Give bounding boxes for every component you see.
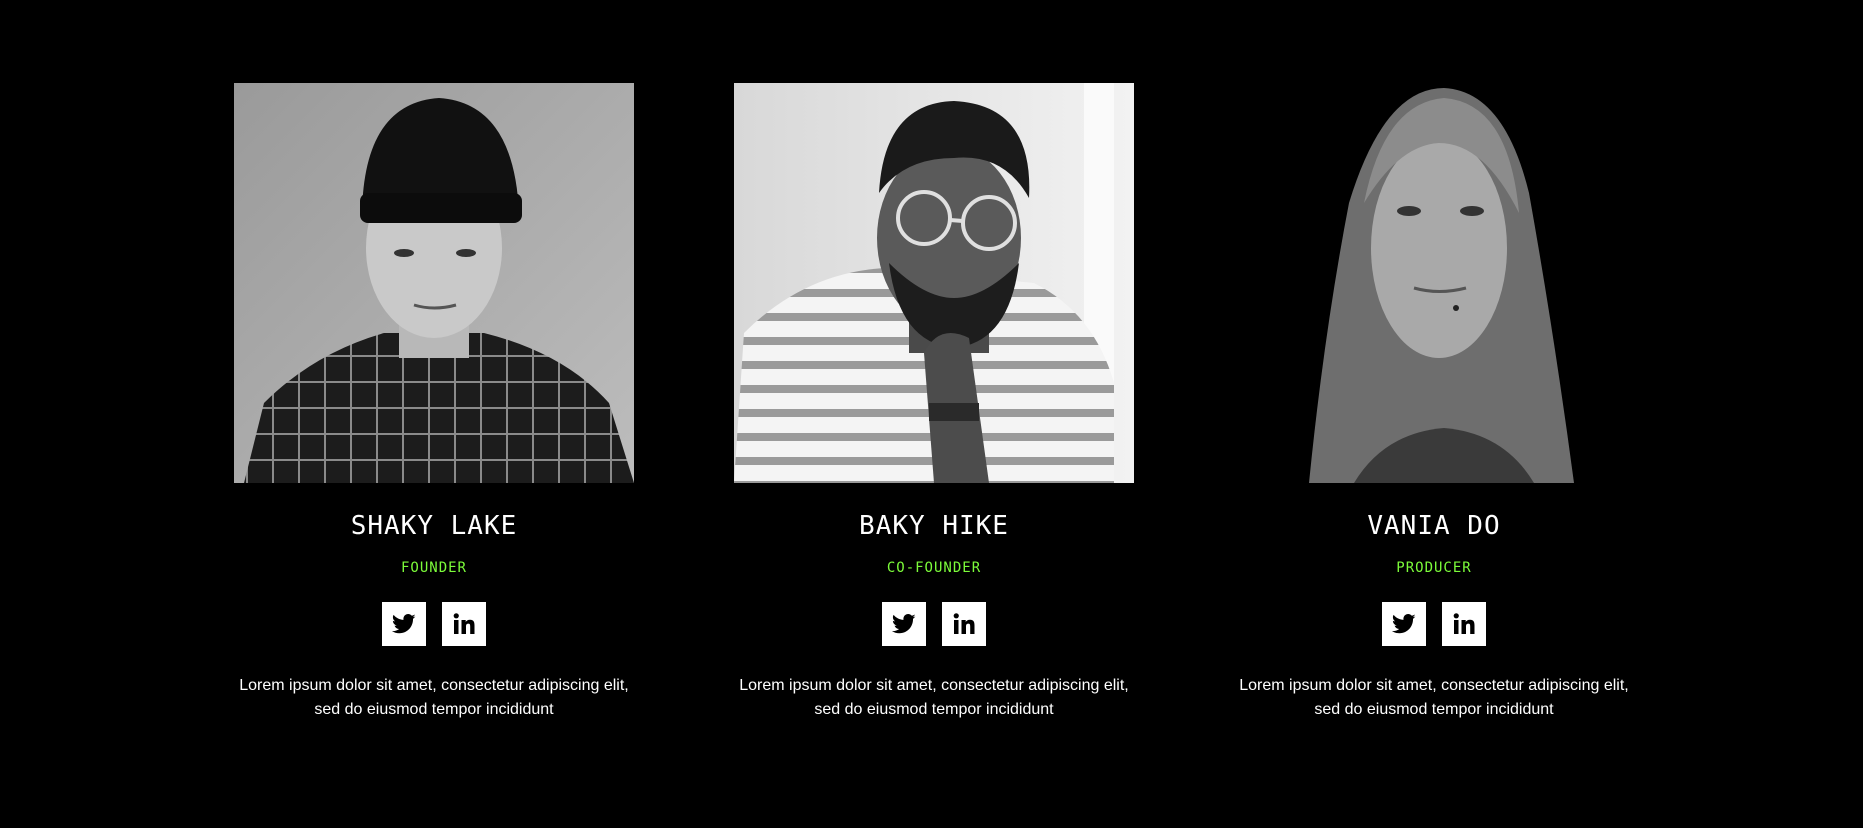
team-member-card: BAKY HIKE CO-FOUNDER Lorem ipsum dolor s… [734, 83, 1134, 722]
twitter-icon [1392, 614, 1416, 634]
twitter-icon [892, 614, 916, 634]
member-photo [234, 83, 634, 483]
twitter-icon [392, 614, 416, 634]
linkedin-icon [453, 613, 475, 634]
member-photo [734, 83, 1134, 483]
member-bio: Lorem ipsum dolor sit amet, consectetur … [239, 677, 629, 718]
linkedin-button[interactable] [1442, 602, 1486, 646]
linkedin-button[interactable] [442, 602, 486, 646]
social-links [882, 602, 986, 646]
member-name: VANIA DO [1367, 511, 1501, 541]
member-photo [1234, 83, 1634, 483]
twitter-button[interactable] [882, 602, 926, 646]
member-role: PRODUCER [1396, 560, 1472, 576]
linkedin-icon [953, 613, 975, 634]
member-bio: Lorem ipsum dolor sit amet, consectetur … [1239, 677, 1629, 718]
member-bio: Lorem ipsum dolor sit amet, consectetur … [739, 677, 1129, 718]
social-links [382, 602, 486, 646]
linkedin-icon [1453, 613, 1475, 634]
member-role: FOUNDER [400, 560, 467, 576]
linkedin-button[interactable] [942, 602, 986, 646]
member-name: BAKY HIKE [859, 511, 1009, 541]
team-section: SHAKY LAKE FOUNDER Lorem ipsum dolor sit… [0, 0, 1863, 828]
member-role: CO-FOUNDER [886, 560, 982, 576]
team-member-card: VANIA DO PRODUCER Lorem ipsum dolor sit … [1234, 83, 1634, 722]
member-name: SHAKY LAKE [350, 511, 518, 541]
team-member-card: SHAKY LAKE FOUNDER Lorem ipsum dolor sit… [234, 83, 634, 722]
twitter-button[interactable] [382, 602, 426, 646]
twitter-button[interactable] [1382, 602, 1426, 646]
social-links [1382, 602, 1486, 646]
